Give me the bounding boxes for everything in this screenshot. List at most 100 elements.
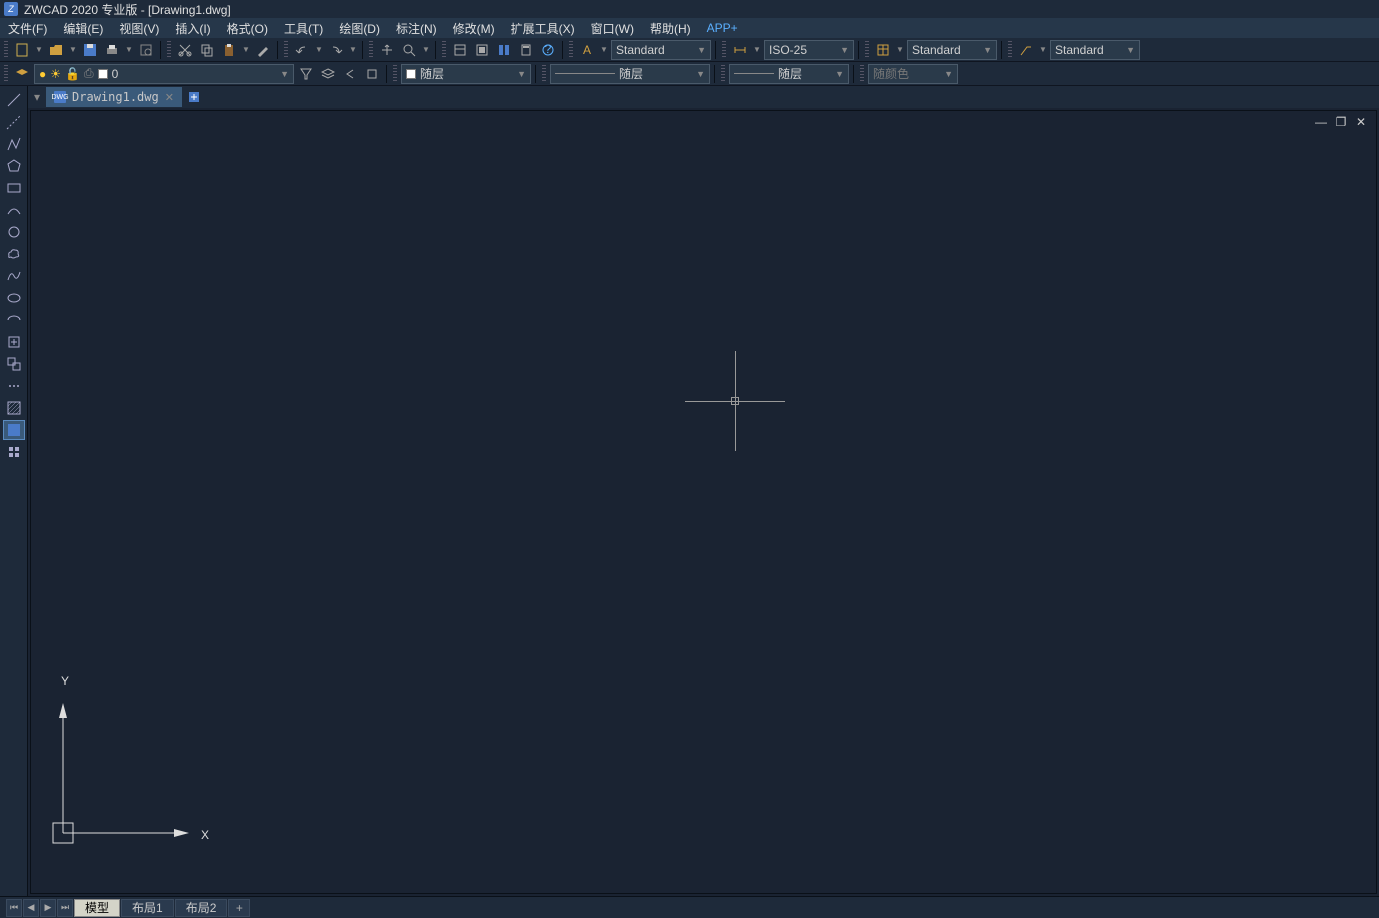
print-preview-button[interactable] [136, 40, 156, 60]
region-tool[interactable] [3, 442, 25, 462]
open-button[interactable] [46, 40, 66, 60]
tool-palettes-button[interactable] [494, 40, 514, 60]
layer-previous-button[interactable] [340, 64, 360, 84]
grip-icon[interactable] [284, 41, 288, 59]
grip-icon[interactable] [4, 41, 8, 59]
layer-filter-button[interactable] [296, 64, 316, 84]
mleader-style-button[interactable] [1016, 40, 1036, 60]
menu-format[interactable]: 格式(O) [227, 20, 268, 37]
grip-icon[interactable] [569, 41, 573, 59]
menu-window[interactable]: 窗口(W) [591, 20, 634, 37]
arc-tool[interactable] [3, 200, 25, 220]
pan-button[interactable] [377, 40, 397, 60]
make-block-tool[interactable] [3, 354, 25, 374]
table-style-dd[interactable]: ▼ [895, 40, 905, 60]
menu-tools[interactable]: 工具(T) [284, 20, 323, 37]
mleader-style-dd[interactable]: ▼ [1038, 40, 1048, 60]
grip-icon[interactable] [860, 65, 864, 83]
grip-icon[interactable] [1008, 41, 1012, 59]
menu-draw[interactable]: 绘图(D) [339, 20, 380, 37]
spline-tool[interactable] [3, 266, 25, 286]
circle-tool[interactable] [3, 222, 25, 242]
dim-style-dd[interactable]: ▼ [752, 40, 762, 60]
menu-edit[interactable]: 编辑(E) [63, 20, 103, 37]
table-style-combo[interactable]: Standard ▼ [907, 40, 997, 60]
add-layout-button[interactable]: + [228, 899, 250, 917]
maximize-icon[interactable]: ❐ [1334, 115, 1348, 129]
grip-icon[interactable] [393, 65, 397, 83]
text-style-combo[interactable]: Standard ▼ [611, 40, 711, 60]
insert-block-tool[interactable] [3, 332, 25, 352]
menu-help[interactable]: 帮助(H) [650, 20, 691, 37]
undo-button[interactable] [292, 40, 312, 60]
match-properties-button[interactable] [253, 40, 273, 60]
tab-next-button[interactable]: ▶ [40, 899, 56, 917]
layout1-tab[interactable]: 布局1 [121, 899, 174, 917]
text-style-dd[interactable]: ▼ [599, 40, 609, 60]
tab-last-button[interactable]: ⏭ [57, 899, 73, 917]
revcloud-tool[interactable] [3, 244, 25, 264]
document-tab[interactable]: DWG Drawing1.dwg ✕ [46, 87, 182, 107]
line-tool[interactable] [3, 90, 25, 110]
paste-button[interactable] [219, 40, 239, 60]
rectangle-tool[interactable] [3, 178, 25, 198]
print-dropdown[interactable]: ▼ [124, 40, 134, 60]
grip-icon[interactable] [722, 41, 726, 59]
gradient-tool[interactable] [3, 420, 25, 440]
layer-combo[interactable]: ● ☀ 🔓 ⎙ 0 ▼ [34, 64, 294, 84]
grip-icon[interactable] [4, 65, 8, 83]
print-button[interactable] [102, 40, 122, 60]
menu-dimension[interactable]: 标注(N) [396, 20, 437, 37]
layer-state-button[interactable] [318, 64, 338, 84]
design-center-button[interactable] [472, 40, 492, 60]
polyline-tool[interactable] [3, 134, 25, 154]
properties-button[interactable] [450, 40, 470, 60]
zoom-dropdown[interactable]: ▼ [421, 40, 431, 60]
menu-modify[interactable]: 修改(M) [453, 20, 495, 37]
redo-button[interactable] [326, 40, 346, 60]
close-icon[interactable]: ✕ [165, 91, 174, 104]
ellipse-arc-tool[interactable] [3, 310, 25, 330]
layout2-tab[interactable]: 布局2 [175, 899, 228, 917]
ellipse-tool[interactable] [3, 288, 25, 308]
grip-icon[interactable] [442, 41, 446, 59]
plotstyle-combo[interactable]: 随颜色 ▼ [868, 64, 958, 84]
grip-icon[interactable] [369, 41, 373, 59]
table-style-button[interactable] [873, 40, 893, 60]
new-button[interactable] [12, 40, 32, 60]
cut-button[interactable] [175, 40, 195, 60]
undo-dropdown[interactable]: ▼ [314, 40, 324, 60]
zoom-realtime-button[interactable] [399, 40, 419, 60]
xline-tool[interactable] [3, 112, 25, 132]
mleader-style-combo[interactable]: Standard ▼ [1050, 40, 1140, 60]
dim-style-button[interactable] [730, 40, 750, 60]
lineweight-combo[interactable]: 随层 ▼ [729, 64, 849, 84]
calculator-button[interactable] [516, 40, 536, 60]
close-icon[interactable]: ✕ [1354, 115, 1368, 129]
drawing-canvas[interactable]: — ❐ ✕ Y X [30, 110, 1377, 894]
help-button[interactable]: ? [538, 40, 558, 60]
copy-button[interactable] [197, 40, 217, 60]
point-tool[interactable] [3, 376, 25, 396]
new-document-button[interactable] [184, 87, 204, 107]
menu-file[interactable]: 文件(F) [8, 20, 47, 37]
grip-icon[interactable] [167, 41, 171, 59]
model-tab[interactable]: 模型 [74, 899, 120, 917]
dim-style-combo[interactable]: ISO-25 ▼ [764, 40, 854, 60]
tab-chevron-icon[interactable]: ▾ [30, 90, 44, 104]
grip-icon[interactable] [865, 41, 869, 59]
tab-prev-button[interactable]: ◀ [23, 899, 39, 917]
text-style-button[interactable]: A [577, 40, 597, 60]
redo-dropdown[interactable]: ▼ [348, 40, 358, 60]
menu-insert[interactable]: 插入(I) [175, 20, 210, 37]
menu-app-plus[interactable]: APP+ [707, 21, 738, 35]
minimize-icon[interactable]: — [1314, 115, 1328, 129]
paste-dropdown[interactable]: ▼ [241, 40, 251, 60]
new-dropdown[interactable]: ▼ [34, 40, 44, 60]
menu-view[interactable]: 视图(V) [119, 20, 159, 37]
color-combo[interactable]: 随层 ▼ [401, 64, 531, 84]
layer-isolate-button[interactable] [362, 64, 382, 84]
polygon-tool[interactable] [3, 156, 25, 176]
linetype-combo[interactable]: 随层 ▼ [550, 64, 710, 84]
grip-icon[interactable] [542, 65, 546, 83]
